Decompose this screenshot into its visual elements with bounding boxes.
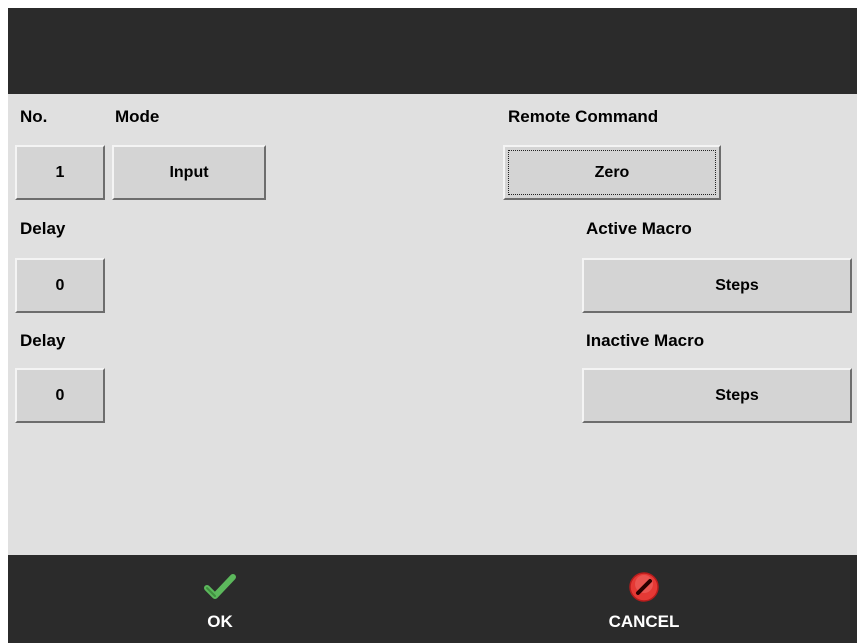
inactive-macro-button[interactable]: Steps <box>582 368 852 423</box>
active-macro-label: Active Macro <box>586 219 692 238</box>
number-button[interactable]: 1 <box>15 145 105 200</box>
delay-label: Delay <box>20 331 66 350</box>
dialog-window: No. Mode Remote Command 1 Input Zero Del… <box>8 8 857 643</box>
inactive-macro-label: Inactive Macro <box>586 331 705 350</box>
ok-label: OK <box>207 612 233 631</box>
cancel-button[interactable]: CANCEL <box>432 555 856 643</box>
cancel-icon <box>629 572 659 602</box>
delay-button[interactable]: 0 <box>15 368 105 423</box>
ok-button[interactable]: OK <box>8 555 432 643</box>
remote-command-button[interactable]: Zero <box>503 145 721 200</box>
mode-label: Mode <box>115 107 160 126</box>
checkmark-icon <box>204 574 236 599</box>
active-macro-button[interactable]: Steps <box>582 258 852 313</box>
remote-command-label: Remote Command <box>508 107 659 126</box>
mode-button[interactable]: Input <box>112 145 266 200</box>
delay-button[interactable]: 0 <box>15 258 105 313</box>
title-bar <box>8 8 857 94</box>
cancel-label: CANCEL <box>608 612 680 631</box>
delay-label: Delay <box>20 219 66 238</box>
footer-bar: OK CANCEL <box>8 555 857 643</box>
number-label: No. <box>20 107 48 126</box>
